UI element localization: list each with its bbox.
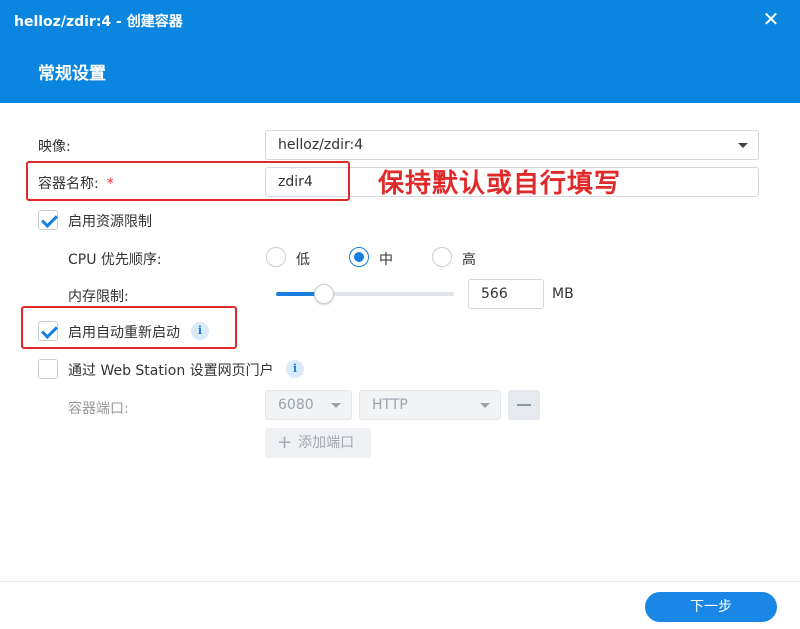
page-title: 常规设置 — [38, 64, 106, 84]
memory-slider[interactable] — [276, 284, 454, 304]
remove-port-button[interactable] — [508, 390, 540, 420]
plus-icon: + — [277, 432, 293, 453]
protocol-select[interactable]: HTTP — [359, 390, 501, 420]
cpu-radio-medium[interactable] — [349, 247, 369, 267]
cpu-option-low: 低 — [296, 252, 310, 268]
resource-limit-checkbox[interactable] — [38, 210, 58, 230]
close-icon[interactable]: ✕ — [762, 9, 780, 29]
port-select-value: 6080 — [278, 397, 314, 413]
info-icon[interactable]: i — [286, 360, 304, 378]
cpu-radio-high[interactable] — [432, 247, 452, 267]
cpu-option-medium: 中 — [379, 252, 393, 268]
cpu-radio-low[interactable] — [266, 247, 286, 267]
chevron-down-icon — [331, 403, 341, 408]
annotation-text: 保持默认或自行填写 — [378, 169, 622, 199]
add-port-label: 添加端口 — [298, 435, 355, 451]
add-port-button[interactable]: + 添加端口 — [265, 428, 371, 458]
highlight-box-container-name — [26, 161, 350, 201]
dialog-header: helloz/zdir:4 - 创建容器 ✕ 常规设置 — [0, 0, 800, 103]
container-port-label: 容器端口: — [68, 401, 129, 417]
protocol-select-value: HTTP — [372, 397, 408, 413]
image-select[interactable]: helloz/zdir:4 — [265, 130, 759, 160]
memory-unit: MB — [552, 286, 574, 302]
memory-input[interactable]: 566 — [468, 279, 544, 309]
resource-limit-label: 启用资源限制 — [68, 214, 152, 230]
cpu-option-high: 高 — [462, 252, 476, 268]
window-title: helloz/zdir:4 - 创建容器 — [14, 14, 183, 30]
webstation-checkbox[interactable] — [38, 359, 58, 379]
cpu-priority-label: CPU 优先顺序: — [68, 252, 162, 268]
port-select[interactable]: 6080 — [265, 390, 352, 420]
memory-slider-thumb[interactable] — [314, 284, 335, 304]
next-button[interactable]: 下一步 — [645, 592, 777, 622]
memory-limit-label: 内存限制: — [68, 289, 129, 305]
highlight-box-auto-restart — [21, 306, 237, 349]
image-label: 映像: — [38, 139, 71, 155]
footer-divider — [0, 581, 800, 582]
image-select-value: helloz/zdir:4 — [278, 137, 364, 153]
chevron-down-icon — [738, 143, 748, 148]
chevron-down-icon — [480, 403, 490, 408]
webstation-label: 通过 Web Station 设置网页门户 — [68, 363, 274, 379]
